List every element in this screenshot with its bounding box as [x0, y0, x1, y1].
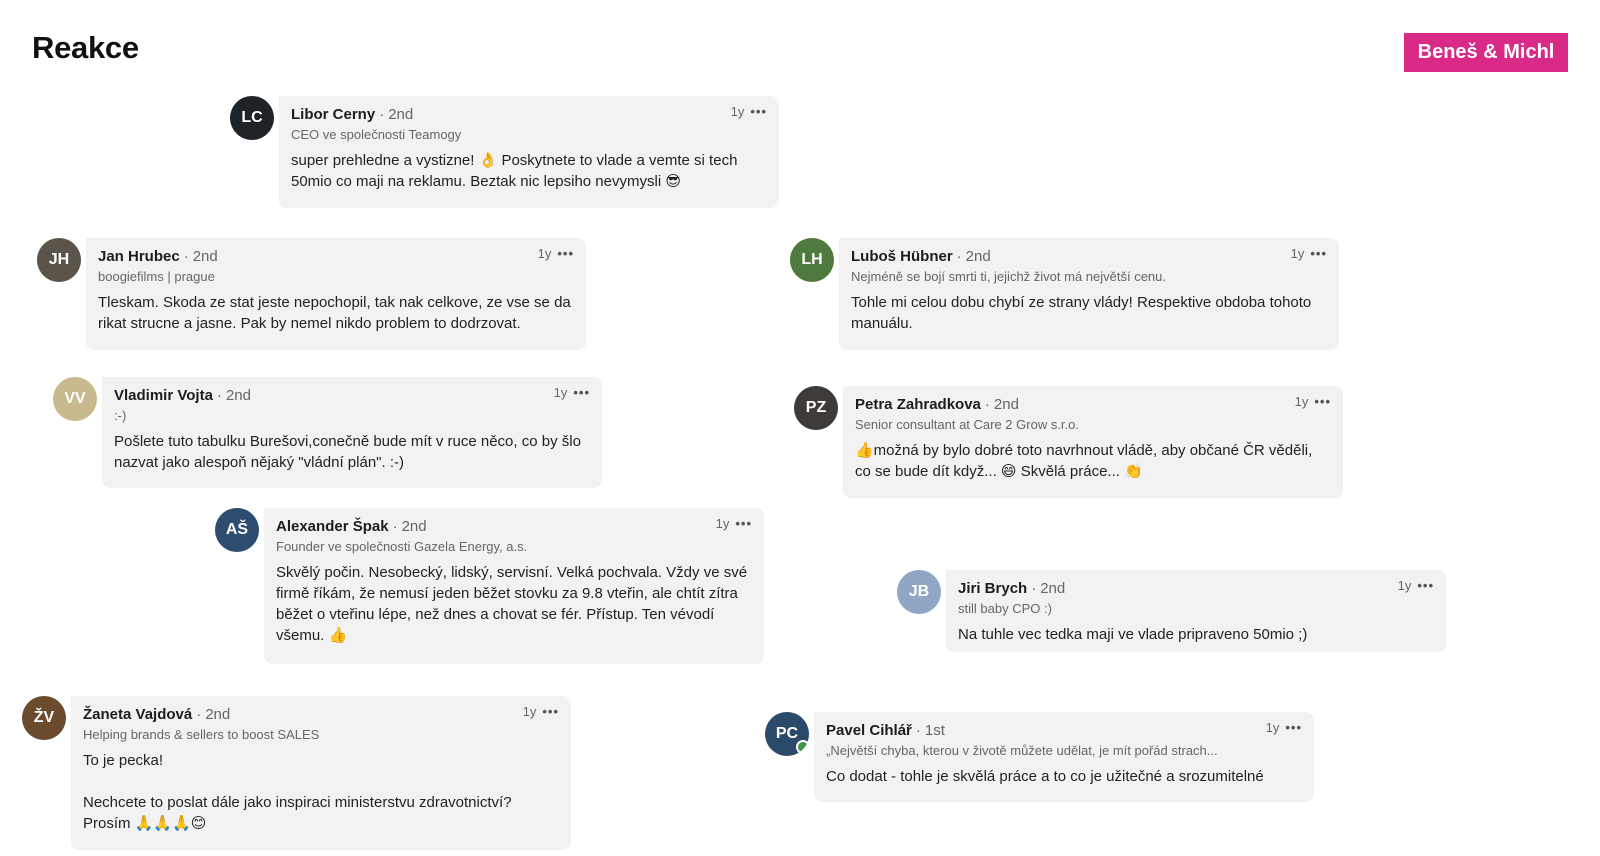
- more-options-icon[interactable]: •••: [1310, 246, 1327, 261]
- more-options-icon[interactable]: •••: [735, 516, 752, 531]
- connection-degree: 2nd: [993, 396, 1019, 413]
- author-headline: boogiefilms | prague: [98, 269, 215, 284]
- comment-text: super prehledne a vystizne! 👌 Poskytnete…: [291, 152, 738, 190]
- avatar[interactable]: LH: [790, 238, 834, 282]
- separator-dot: ·: [1031, 580, 1037, 597]
- comment-text: Co dodat - tohle je skvělá práce a to co…: [826, 768, 1264, 785]
- more-options-icon[interactable]: •••: [1314, 394, 1331, 409]
- separator-dot: ·: [216, 387, 222, 404]
- connection-degree: 2nd: [965, 248, 991, 265]
- avatar[interactable]: VV: [53, 377, 97, 421]
- comment-bubble: Libor Cerny · 2nd 1y ••• CEO ve společno…: [279, 96, 779, 208]
- author-headline: :-): [114, 408, 127, 423]
- author-name[interactable]: Jan Hrubec: [98, 248, 180, 265]
- brand-badge: Beneš & Michl: [1404, 33, 1568, 72]
- avatar[interactable]: ŽV: [22, 696, 66, 740]
- avatar[interactable]: JH: [37, 238, 81, 282]
- timestamp: 1y: [1290, 246, 1305, 261]
- timestamp: 1y: [522, 704, 537, 719]
- more-options-icon[interactable]: •••: [1285, 720, 1302, 735]
- author-headline: Senior consultant at Care 2 Grow s.r.o.: [855, 417, 1079, 432]
- comment-text: Tohle mi celou dobu chybí ze strany vlád…: [851, 294, 1312, 332]
- separator-dot: ·: [984, 396, 990, 413]
- comment-bubble: Žaneta Vajdová · 2nd 1y ••• Helping bran…: [71, 696, 571, 850]
- comment-bubble: Alexander Špak · 2nd 1y ••• Founder ve s…: [264, 508, 764, 664]
- timestamp: 1y: [537, 246, 552, 261]
- avatar[interactable]: PZ: [794, 386, 838, 430]
- more-options-icon[interactable]: •••: [542, 704, 559, 719]
- comment-bubble: Vladimir Vojta · 2nd 1y ••• :-) Pošlete …: [102, 377, 602, 488]
- timestamp: 1y: [1294, 394, 1309, 409]
- comment-bubble: Petra Zahradkova · 2nd 1y ••• Senior con…: [843, 386, 1343, 498]
- comment-bubble: Luboš Hübner · 2nd 1y ••• Nejméně se boj…: [839, 238, 1339, 350]
- author-headline: Nejméně se bojí smrti ti, jejichž život …: [851, 269, 1167, 284]
- separator-dot: ·: [392, 518, 398, 535]
- comment-text: To je pecka! Nechcete to poslat dále jak…: [83, 752, 512, 832]
- comment-text: Skvělý počin. Nesobecký, lidský, servisn…: [276, 564, 748, 644]
- connection-degree: 1st: [924, 722, 945, 739]
- comment-bubble: Jiri Brych · 2nd 1y ••• still baby CPO :…: [946, 570, 1446, 652]
- connection-degree: 2nd: [388, 106, 414, 123]
- timestamp: 1y: [1397, 578, 1412, 593]
- timestamp: 1y: [730, 104, 745, 119]
- more-options-icon[interactable]: •••: [1417, 578, 1434, 593]
- more-options-icon[interactable]: •••: [557, 246, 574, 261]
- avatar[interactable]: JB: [897, 570, 941, 614]
- connection-degree: 2nd: [401, 518, 427, 535]
- connection-degree: 2nd: [1040, 580, 1066, 597]
- connection-degree: 2nd: [225, 387, 251, 404]
- avatar[interactable]: PC: [765, 712, 809, 756]
- author-name[interactable]: Žaneta Vajdová: [83, 706, 192, 723]
- separator-dot: ·: [183, 248, 189, 265]
- avatar-initials: PC: [775, 725, 799, 742]
- author-name[interactable]: Luboš Hübner: [851, 248, 953, 265]
- author-name[interactable]: Alexander Špak: [276, 518, 389, 535]
- comment-bubble: Pavel Cihlář · 1st 1y ••• „Největší chyb…: [814, 712, 1314, 802]
- separator-dot: ·: [956, 248, 962, 265]
- author-headline: „Největší chyba, kterou v životě můžete …: [826, 743, 1218, 758]
- author-name[interactable]: Vladimir Vojta: [114, 387, 213, 404]
- comment-bubble: Jan Hrubec · 2nd 1y ••• boogiefilms | pr…: [86, 238, 586, 350]
- author-name[interactable]: Petra Zahradkova: [855, 396, 981, 413]
- comment-text: Pošlete tuto tabulku Burešovi,conečně bu…: [114, 433, 581, 471]
- separator-dot: ·: [915, 722, 921, 739]
- connection-degree: 2nd: [205, 706, 231, 723]
- author-headline: Helping brands & sellers to boost SALES: [83, 727, 320, 742]
- comment-text: 👍možná by bylo dobré toto navrhnout vlád…: [855, 442, 1313, 480]
- comment-text: Na tuhle vec tedka maji ve vlade priprav…: [958, 626, 1308, 643]
- separator-dot: ·: [379, 106, 385, 123]
- author-headline: Founder ve společnosti Gazela Energy, a.…: [276, 539, 528, 554]
- more-options-icon[interactable]: •••: [573, 385, 590, 400]
- separator-dot: ·: [196, 706, 202, 723]
- timestamp: 1y: [715, 516, 730, 531]
- author-name[interactable]: Pavel Cihlář: [826, 722, 912, 739]
- page-title: Reakce: [32, 30, 139, 65]
- online-status-icon: [796, 740, 809, 754]
- timestamp: 1y: [1265, 720, 1280, 735]
- timestamp: 1y: [553, 385, 568, 400]
- author-headline: still baby CPO :): [958, 601, 1052, 616]
- connection-degree: 2nd: [192, 248, 218, 265]
- author-name[interactable]: Jiri Brych: [958, 580, 1027, 597]
- author-name[interactable]: Libor Cerny: [291, 106, 375, 123]
- avatar[interactable]: AŠ: [215, 508, 259, 552]
- comment-text: Tleskam. Skoda ze stat jeste nepochopil,…: [98, 294, 571, 332]
- more-options-icon[interactable]: •••: [750, 104, 767, 119]
- author-headline: CEO ve společnosti Teamogy: [291, 127, 462, 142]
- avatar[interactable]: LC: [230, 96, 274, 140]
